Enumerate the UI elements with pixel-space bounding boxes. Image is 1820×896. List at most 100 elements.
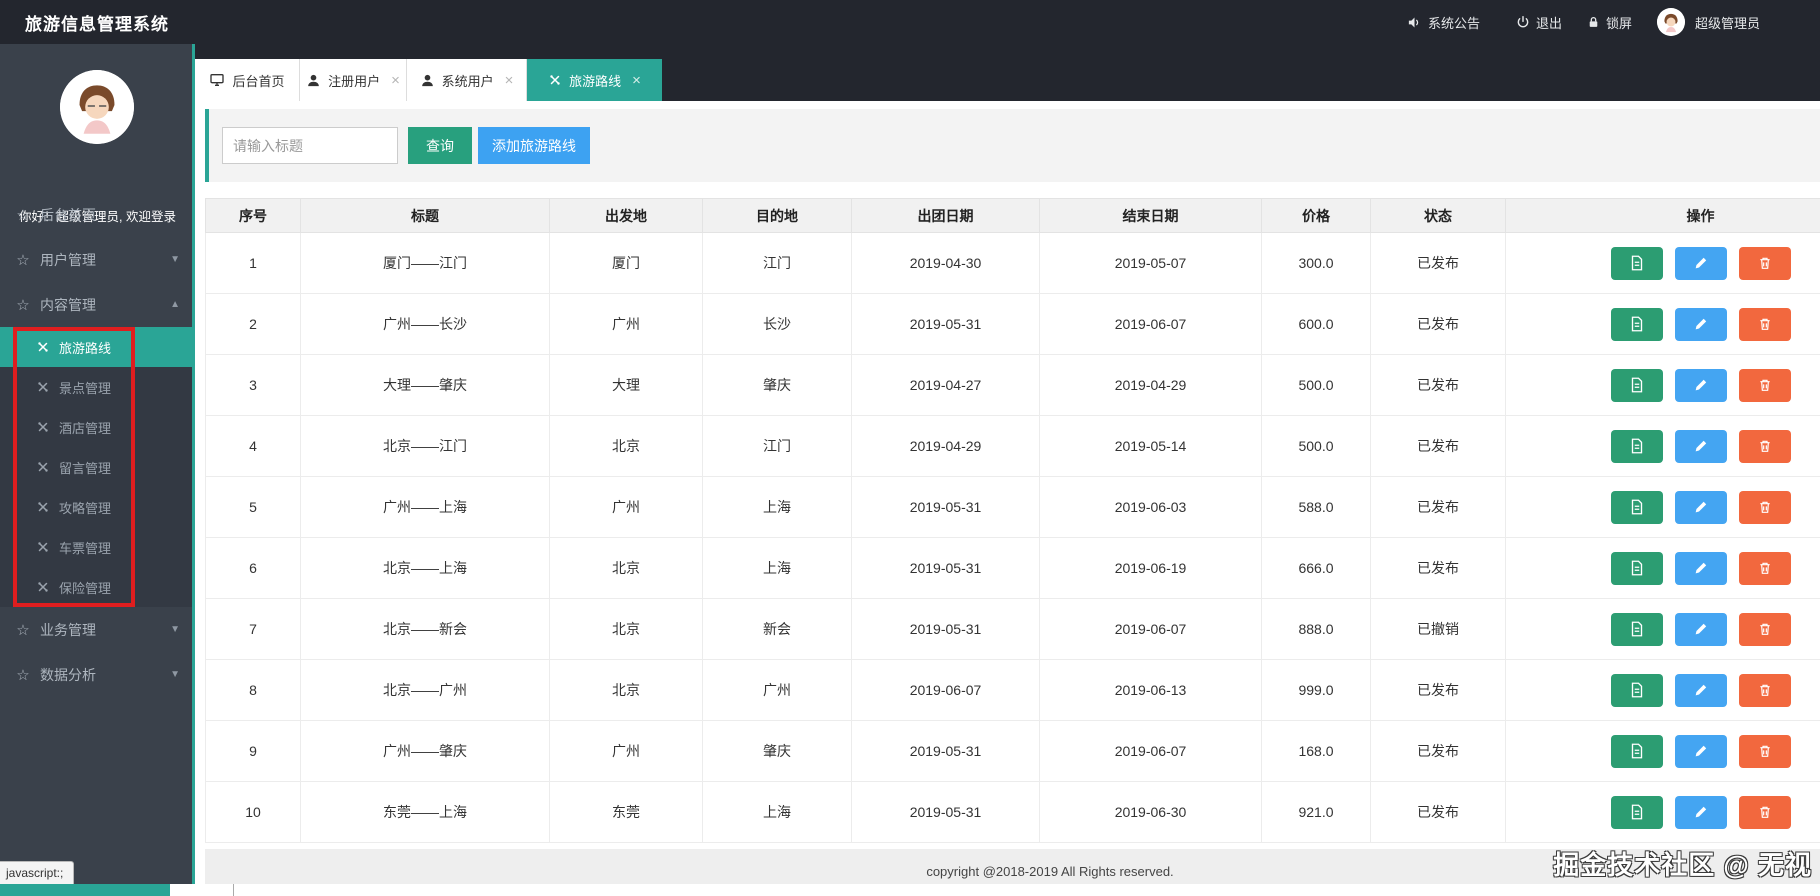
tab-close-icon[interactable]: ×	[632, 73, 641, 88]
routes-table: 序号 标题 出发地 目的地 出团日期 结束日期 价格 状态 操作 1 厦门——江门 厦门 江门 2019…	[205, 198, 1820, 843]
sidebar-item-用户管理[interactable]: ☆ 用户管理 ▼	[0, 237, 192, 282]
edit-button[interactable]	[1674, 673, 1727, 707]
cell-标题: 东莞——上海	[300, 781, 550, 843]
delete-button[interactable]	[1738, 673, 1791, 707]
star-icon: ☆	[16, 666, 30, 684]
cell-目的地: 广州	[702, 659, 852, 721]
cell-价格: 666.0	[1261, 537, 1371, 599]
view-button[interactable]	[1610, 246, 1663, 280]
submenu-item-旅游路线[interactable]: 旅游路线	[0, 327, 195, 367]
submenu-item-攻略管理[interactable]: 攻略管理	[0, 487, 192, 527]
delete-button[interactable]	[1738, 734, 1791, 768]
tab-label: 注册用户	[328, 73, 381, 89]
submenu-item-车票管理[interactable]: 车票管理	[0, 527, 192, 567]
view-button[interactable]	[1610, 795, 1663, 829]
cell-目的地: 新会	[702, 598, 852, 660]
cell-出团日期: 2019-05-31	[851, 720, 1040, 782]
cell-出发地: 北京	[549, 537, 703, 599]
cell-价格: 500.0	[1261, 415, 1371, 477]
view-button[interactable]	[1610, 307, 1663, 341]
title-search-input[interactable]	[222, 127, 398, 164]
lockscreen-button-label: 锁屏	[1606, 15, 1633, 31]
cell-价格: 888.0	[1261, 598, 1371, 660]
table-row: 10 东莞——上海 东莞 上海 2019-05-31 2019-06-30 921.0 已发布	[205, 781, 1820, 843]
announcement-button[interactable]: 系统公告	[1407, 13, 1480, 32]
edit-button[interactable]	[1674, 490, 1727, 524]
logout-button[interactable]: 退出	[1516, 13, 1562, 32]
edit-button[interactable]	[1674, 429, 1727, 463]
view-button[interactable]	[1610, 551, 1663, 585]
sidebar-item-label: 内容管理	[40, 296, 96, 313]
cell-状态: 已发布	[1370, 232, 1506, 294]
cell-结束日期: 2019-06-13	[1039, 659, 1262, 721]
cell-目的地: 上海	[702, 781, 852, 843]
tools-icon	[36, 460, 50, 474]
edit-button[interactable]	[1674, 551, 1727, 585]
tab-close-icon[interactable]: ×	[391, 73, 400, 88]
document-icon	[1628, 620, 1646, 638]
delete-button[interactable]	[1738, 368, 1791, 402]
sidebar-item-label: 后台首页	[40, 206, 96, 223]
view-button[interactable]	[1610, 490, 1663, 524]
add-route-button[interactable]: 添加旅游路线	[478, 127, 590, 164]
view-button[interactable]	[1610, 368, 1663, 402]
sidebar-item-业务管理[interactable]: ☆ 业务管理 ▼	[0, 607, 192, 652]
cell-结束日期: 2019-06-03	[1039, 476, 1262, 538]
chevron-up-icon: ▲	[170, 299, 180, 310]
delete-button[interactable]	[1738, 246, 1791, 280]
sidebar-item-数据分析[interactable]: ☆ 数据分析 ▼	[0, 652, 192, 697]
tab-后台首页[interactable]: 后台首页	[195, 59, 300, 101]
submenu-item-label: 留言管理	[59, 460, 112, 476]
cell-目的地: 上海	[702, 537, 852, 599]
view-button[interactable]	[1610, 612, 1663, 646]
edit-button[interactable]	[1674, 368, 1727, 402]
cell-结束日期: 2019-05-14	[1039, 415, 1262, 477]
cell-出团日期: 2019-05-31	[851, 781, 1040, 843]
cell-操作	[1505, 415, 1820, 477]
query-button[interactable]: 查询	[408, 127, 472, 164]
delete-button[interactable]	[1738, 490, 1791, 524]
sidebar-item-label: 业务管理	[40, 621, 96, 638]
user-avatar-small[interactable]	[1657, 8, 1686, 36]
delete-button[interactable]	[1738, 551, 1791, 585]
edit-button[interactable]	[1674, 795, 1727, 829]
sidebar-item-内容管理[interactable]: ☆ 内容管理 ▲	[0, 282, 192, 327]
tab-系统用户[interactable]: 系统用户 ×	[407, 59, 527, 101]
cell-标题: 广州——长沙	[300, 293, 550, 355]
speaker-icon	[1407, 15, 1422, 30]
tab-close-icon[interactable]: ×	[505, 73, 514, 88]
cell-结束日期: 2019-06-19	[1039, 537, 1262, 599]
edit-button[interactable]	[1674, 734, 1727, 768]
sidebar-item-后台首页[interactable]: ☆ 后台首页	[0, 192, 192, 237]
cell-价格: 600.0	[1261, 293, 1371, 355]
pencil-icon	[1693, 438, 1709, 454]
view-button[interactable]	[1610, 673, 1663, 707]
copyright-text: copyright @2018-2019 All Rights reserved…	[926, 863, 1174, 879]
tab-label: 旅游路线	[569, 73, 622, 89]
cell-价格: 588.0	[1261, 476, 1371, 538]
lockscreen-button[interactable]: 锁屏	[1587, 13, 1632, 32]
content-inner: 查询 添加旅游路线 序号标题出发地目的地出团日期结束日期价格状态操作 1厦门——…	[205, 101, 1820, 884]
submenu-item-留言管理[interactable]: 留言管理	[0, 447, 192, 487]
edit-button[interactable]	[1674, 307, 1727, 341]
table-row: 4 北京——江门 北京 江门 2019-04-29 2019-05-14 500.0 已发布	[205, 415, 1820, 477]
tab-注册用户[interactable]: 注册用户 ×	[300, 59, 407, 101]
submenu-item-保险管理[interactable]: 保险管理	[0, 567, 192, 607]
delete-button[interactable]	[1738, 307, 1791, 341]
sidebar-item-label: 用户管理	[40, 251, 96, 268]
delete-button[interactable]	[1738, 612, 1791, 646]
submenu-item-景点管理[interactable]: 景点管理	[0, 367, 192, 407]
delete-button[interactable]	[1738, 429, 1791, 463]
submenu-item-酒店管理[interactable]: 酒店管理	[0, 407, 192, 447]
view-button[interactable]	[1610, 734, 1663, 768]
delete-button[interactable]	[1738, 795, 1791, 829]
top-navbar: 旅游信息管理系统 系统公告 退出 锁屏 超级管理员	[0, 0, 1820, 44]
bottom-teal-block	[0, 884, 170, 896]
user-icon	[420, 73, 435, 88]
cell-序号: 4	[205, 415, 301, 477]
tab-旅游路线[interactable]: 旅游路线 ×	[527, 59, 662, 101]
edit-button[interactable]	[1674, 246, 1727, 280]
view-button[interactable]	[1610, 429, 1663, 463]
edit-button[interactable]	[1674, 612, 1727, 646]
cell-序号: 2	[205, 293, 301, 355]
